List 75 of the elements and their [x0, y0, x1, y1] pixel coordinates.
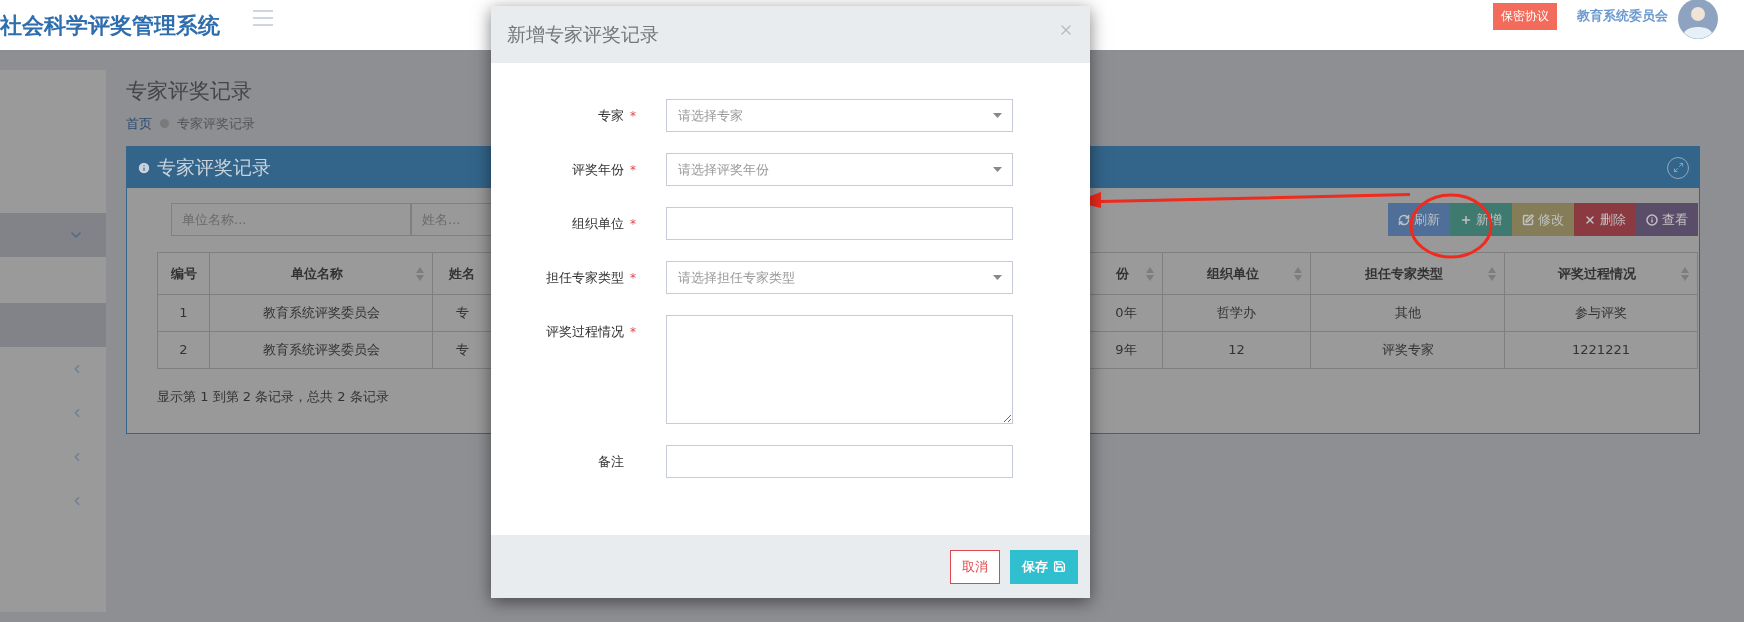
- table-cell-text: 1: [179, 304, 188, 323]
- table-cell-text: 1221221: [1572, 341, 1630, 360]
- column-header[interactable]: 份: [1115, 263, 1129, 284]
- view-icon: [1646, 213, 1658, 226]
- table-cell-text: 0年: [1115, 304, 1137, 323]
- column-header[interactable]: 组织单位: [1206, 263, 1259, 284]
- column-header[interactable]: 单位名称: [291, 263, 343, 284]
- info-icon: [137, 160, 151, 175]
- table-cell-text: 评奖专家: [1381, 341, 1434, 360]
- required-asterisk: *: [630, 107, 636, 125]
- table-cell-text: 9年: [1115, 341, 1137, 360]
- app-title: 社会科学评奖管理系统: [0, 11, 220, 40]
- required-asterisk: *: [630, 269, 636, 287]
- edit-icon: [1522, 213, 1534, 226]
- sort-icon[interactable]: [416, 266, 424, 281]
- select-placeholder: 请选择专家: [678, 106, 743, 125]
- breadcrumb-link[interactable]: 首页: [126, 113, 152, 133]
- sidebar-item[interactable]: [0, 303, 106, 347]
- delete-icon: [1584, 213, 1596, 226]
- sort-icon[interactable]: [1146, 266, 1154, 281]
- toolbar-button[interactable]: 修改: [1512, 203, 1574, 236]
- select-placeholder: 请选择担任专家类型: [678, 268, 795, 287]
- table-cell-text: 2: [179, 341, 188, 360]
- table-cell-text: 12: [1228, 341, 1245, 360]
- add-icon: [1460, 213, 1472, 226]
- select-field[interactable]: 请选择评奖年份: [666, 153, 1013, 186]
- required-asterisk: *: [630, 323, 636, 341]
- field-label: 担任专家类型: [546, 268, 624, 287]
- breadcrumb-current: 专家评奖记录: [177, 114, 255, 133]
- column-header[interactable]: 编号: [170, 263, 197, 284]
- table-cell-text: 教育系统评奖委员会: [262, 341, 380, 360]
- save-button[interactable]: 保存: [1010, 549, 1078, 584]
- toolbar-button[interactable]: 查看: [1636, 203, 1698, 236]
- field-label: 评奖年份: [572, 160, 624, 179]
- menu-icon[interactable]: [253, 10, 273, 26]
- column-header[interactable]: 担任专家类型: [1364, 263, 1443, 284]
- caret-icon: [993, 113, 1002, 118]
- field-label: 组织单位: [572, 214, 624, 233]
- table-cell-text: 参与评奖: [1575, 304, 1627, 323]
- column-header[interactable]: 评奖过程情况: [1558, 263, 1636, 284]
- table-cell-text: 教育系统评奖委员会: [262, 304, 380, 323]
- cancel-button[interactable]: 取消: [950, 549, 1000, 584]
- select-field[interactable]: 请选择担任专家类型: [666, 261, 1013, 294]
- agreement-button[interactable]: 保密协议: [1493, 2, 1557, 30]
- field-label: 专家: [598, 106, 624, 125]
- sort-icon[interactable]: [1294, 266, 1302, 281]
- required-asterisk: *: [630, 161, 636, 179]
- modal-title: 新增专家评奖记录: [507, 22, 659, 48]
- sort-icon[interactable]: [1488, 266, 1496, 281]
- field-label: 备注: [598, 452, 624, 471]
- column-header[interactable]: 姓名: [449, 263, 475, 284]
- panel-title: 专家评奖记录: [157, 155, 271, 181]
- table-cell-text: 哲学办: [1217, 304, 1256, 323]
- field-label: 评奖过程情况: [546, 322, 624, 341]
- save-icon: [1053, 560, 1066, 573]
- select-placeholder: 请选择评奖年份: [678, 160, 769, 179]
- table-cell-text: 其他: [1394, 304, 1421, 323]
- text-area[interactable]: [666, 315, 1013, 424]
- toolbar-button[interactable]: 刷新: [1388, 203, 1450, 236]
- input-field[interactable]: [666, 445, 1013, 478]
- select-field[interactable]: 请选择专家: [666, 99, 1013, 132]
- caret-icon: [993, 167, 1002, 172]
- sidebar-item[interactable]: [0, 213, 106, 257]
- user-name[interactable]: 教育系统委员会: [1577, 6, 1668, 26]
- pagination-info: 显示第 1 到第 2 条记录，总共 2 条记录: [157, 388, 390, 406]
- avatar-icon[interactable]: [1678, 0, 1718, 39]
- toolbar-button[interactable]: 删除: [1574, 203, 1636, 236]
- table-cell-text: 专: [455, 304, 469, 323]
- required-asterisk: *: [630, 215, 636, 233]
- caret-icon: [993, 275, 1002, 280]
- refresh-icon: [1398, 213, 1410, 226]
- input-field[interactable]: [666, 207, 1013, 240]
- page-title: 专家评奖记录: [126, 78, 253, 105]
- table-cell-text: 专: [455, 341, 469, 360]
- sort-icon[interactable]: [1681, 266, 1689, 281]
